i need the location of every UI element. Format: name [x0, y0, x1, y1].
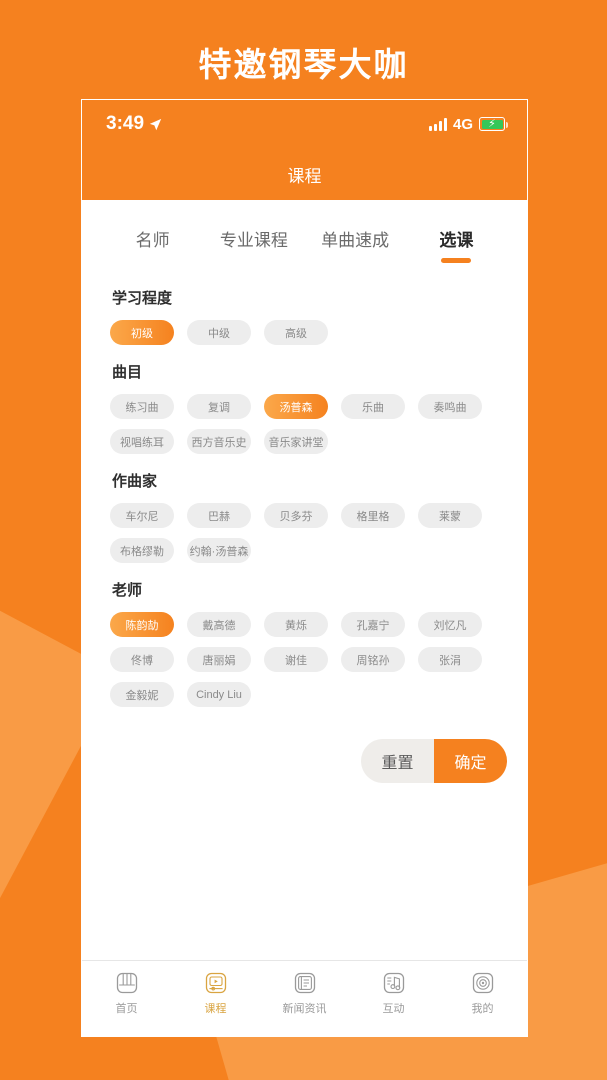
piano-keys-icon: [114, 970, 140, 996]
status-bar-right: 4G ⚡: [428, 115, 508, 133]
chip-teacher-8[interactable]: 谢佳: [264, 647, 328, 672]
chip-composer-7[interactable]: 约翰·汤普森: [187, 538, 251, 563]
chip-row-learning-level: 初级 中级 高级: [110, 320, 499, 345]
action-button-group: 重置 确定: [361, 739, 507, 783]
filter-sections: 学习程度初级 中级 高级曲目练习曲 复调 汤普森 乐曲 奏鸣曲视唱练耳 西方音乐史 音乐家讲堂作…: [82, 265, 527, 713]
chip-teacher-12[interactable]: Cindy Liu: [187, 682, 251, 707]
chip-teacher-7[interactable]: 唐丽娟: [187, 647, 251, 672]
section-title-composer: 作曲家: [112, 473, 158, 490]
chip-row-composer: 车尔尼 巴赫 贝多芬 格里格 莱蒙布格缪勒 约翰·汤普森: [110, 503, 499, 563]
section-title-teacher: 老师: [112, 582, 143, 599]
chip-repertoire-6[interactable]: 视唱练耳: [110, 429, 174, 454]
chip-repertoire-2[interactable]: 复调: [187, 394, 251, 419]
chip-learning-level-1[interactable]: 初级: [110, 320, 174, 345]
filter-section-repertoire: 曲目练习曲 复调 汤普森 乐曲 奏鸣曲视唱练耳 西方音乐史 音乐家讲堂: [110, 361, 499, 454]
chip-learning-level-2[interactable]: 中级: [187, 320, 251, 345]
page-content: 名师 专业课程 单曲速成 选课 学习程度初级 中级 高级曲目练习曲 复调 汤普森 乐曲 奏鸣曲视唱…: [82, 200, 527, 1036]
status-bar-time: 3:49: [106, 113, 145, 134]
network-label: 4G: [452, 115, 473, 133]
battery-bolt-icon: ⚡: [488, 117, 496, 130]
action-bar: 重置 确定: [82, 713, 527, 783]
filter-section-composer: 作曲家车尔尼 巴赫 贝多芬 格里格 莱蒙布格缪勒 约翰·汤普森: [110, 470, 499, 563]
tabbar-item-label: 新闻资讯: [282, 1003, 327, 1015]
section-title-repertoire: 曲目: [112, 364, 143, 381]
tab-active-underline: [441, 258, 472, 263]
chip-row-teacher: 陈韵劼 戴高德 黄烁 孔嘉宁 刘忆凡佟博 唐丽娟 谢佳 周铭孙 张涓金毅妮 Cindy Liu: [110, 612, 499, 707]
location-arrow-icon: [149, 118, 162, 130]
poster-title: 特邀钢琴大咖: [198, 46, 409, 83]
chip-row-repertoire: 练习曲 复调 汤普森 乐曲 奏鸣曲视唱练耳 西方音乐史 音乐家讲堂: [110, 394, 499, 454]
chip-repertoire-5[interactable]: 奏鸣曲: [418, 394, 482, 419]
nav-bar: 课程: [82, 148, 527, 200]
chip-teacher-6[interactable]: 佟博: [110, 647, 174, 672]
battery-charging-icon: ⚡: [479, 117, 508, 131]
chip-teacher-10[interactable]: 张涓: [418, 647, 482, 672]
tabbar-item-1[interactable]: 首页: [82, 970, 171, 1016]
chip-composer-6[interactable]: 布格缪勒: [110, 538, 174, 563]
chip-teacher-1[interactable]: 陈韵劼: [110, 612, 174, 637]
tab-1[interactable]: 名师: [102, 226, 203, 265]
chip-teacher-9[interactable]: 周铭孙: [341, 647, 405, 672]
status-bar: 3:49 4G ⚡: [82, 100, 527, 148]
chip-composer-2[interactable]: 巴赫: [187, 503, 251, 528]
tab-label: 专业课程: [219, 231, 288, 250]
news-article-icon: [292, 970, 318, 996]
chip-repertoire-4[interactable]: 乐曲: [341, 394, 405, 419]
chip-teacher-11[interactable]: 金毅妮: [110, 682, 174, 707]
chip-repertoire-1[interactable]: 练习曲: [110, 394, 174, 419]
tabbar-item-2[interactable]: 课程: [171, 970, 260, 1016]
chip-teacher-3[interactable]: 黄烁: [264, 612, 328, 637]
tabbar-item-4[interactable]: 互动: [349, 970, 438, 1016]
status-bar-left: 3:49: [106, 113, 162, 135]
phone-frame: 3:49 4G ⚡ 课程 名师 专业课程 单曲速成 选课 学习程度初级 中级 高级曲目练习…: [81, 99, 528, 1037]
tabbar-item-label: 课程: [204, 1003, 227, 1015]
video-lesson-icon: [203, 970, 229, 996]
tab-4[interactable]: 选课: [406, 226, 507, 265]
nav-bar-title: 课程: [287, 166, 322, 186]
tab-strip: 名师 专业课程 单曲速成 选课: [82, 200, 527, 265]
chip-composer-3[interactable]: 贝多芬: [264, 503, 328, 528]
bottom-tab-bar: 首页 课程 新闻资讯 互动 我的: [82, 960, 527, 1036]
chip-composer-5[interactable]: 莱蒙: [418, 503, 482, 528]
tab-label: 选课: [439, 231, 474, 250]
confirm-button[interactable]: 确定: [434, 739, 507, 783]
tabbar-item-label: 我的: [471, 1003, 494, 1015]
chip-repertoire-8[interactable]: 音乐家讲堂: [264, 429, 328, 454]
tab-3[interactable]: 单曲速成: [305, 226, 406, 265]
reset-button[interactable]: 重置: [361, 739, 434, 783]
tabbar-item-3[interactable]: 新闻资讯: [260, 970, 349, 1016]
tab-label: 名师: [135, 231, 170, 250]
vinyl-record-icon: [470, 970, 496, 996]
chip-repertoire-7[interactable]: 西方音乐史: [187, 429, 251, 454]
tabbar-item-5[interactable]: 我的: [438, 970, 527, 1016]
chip-learning-level-3[interactable]: 高级: [264, 320, 328, 345]
tabbar-item-label: 互动: [382, 1003, 405, 1015]
section-title-learning-level: 学习程度: [112, 290, 173, 307]
chip-repertoire-3[interactable]: 汤普森: [264, 394, 328, 419]
chip-teacher-5[interactable]: 刘忆凡: [418, 612, 482, 637]
tab-label: 单曲速成: [321, 231, 390, 250]
signal-bars-icon: [428, 117, 447, 131]
filter-section-learning-level: 学习程度初级 中级 高级: [110, 287, 499, 345]
tabbar-item-label: 首页: [115, 1003, 138, 1015]
chip-composer-4[interactable]: 格里格: [341, 503, 405, 528]
chip-composer-1[interactable]: 车尔尼: [110, 503, 174, 528]
music-note-icon: [381, 970, 407, 996]
chip-teacher-4[interactable]: 孔嘉宁: [341, 612, 405, 637]
battery-cap: [505, 122, 508, 128]
filter-section-teacher: 老师陈韵劼 戴高德 黄烁 孔嘉宁 刘忆凡佟博 唐丽娟 谢佳 周铭孙 张涓金毅妮 Cindy Liu: [110, 579, 499, 707]
chip-teacher-2[interactable]: 戴高德: [187, 612, 251, 637]
tab-2[interactable]: 专业课程: [203, 226, 304, 265]
